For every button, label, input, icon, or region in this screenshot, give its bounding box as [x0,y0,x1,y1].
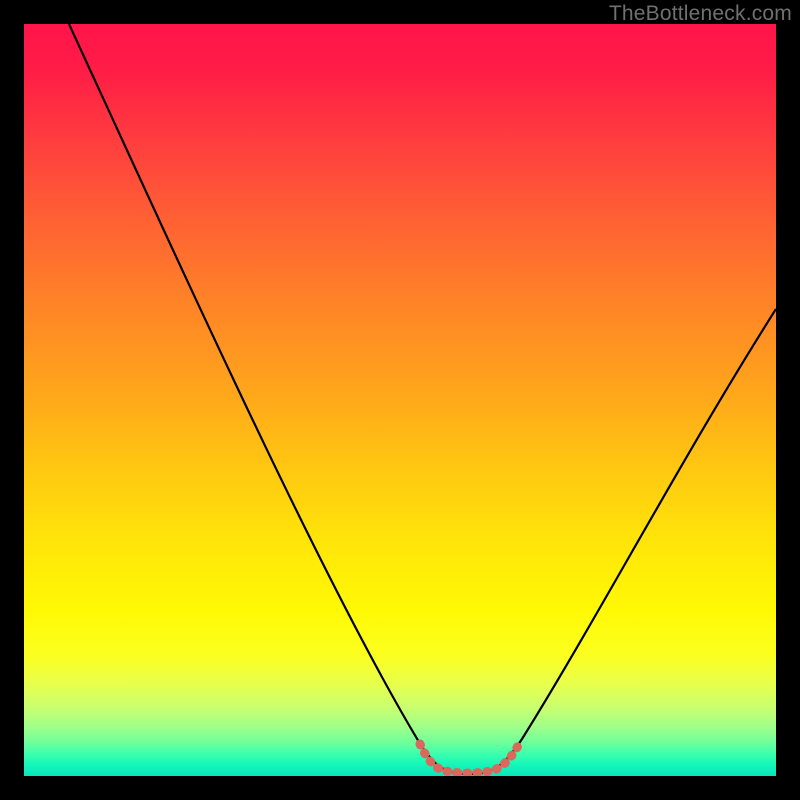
curve-layer [24,24,776,776]
watermark-text: TheBottleneck.com [609,2,792,26]
bottleneck-curve [69,24,776,774]
chart-frame: TheBottleneck.com [0,0,800,800]
plot-area [24,24,776,776]
optimal-range-marker [420,744,519,773]
